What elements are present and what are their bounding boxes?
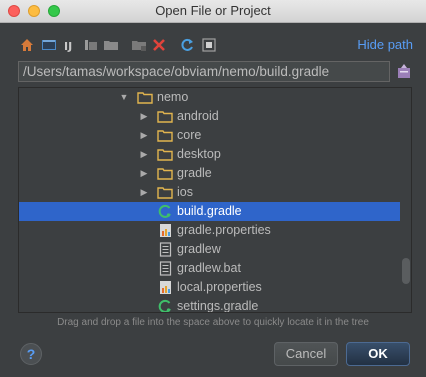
- path-history-icon[interactable]: [396, 62, 412, 80]
- show-hidden-icon[interactable]: [200, 36, 218, 54]
- new-folder-alt-icon[interactable]: [130, 36, 148, 54]
- tree-scrollbar[interactable]: [402, 258, 410, 284]
- hide-path-link[interactable]: Hide path: [357, 37, 413, 52]
- tree-item-label: settings.gradle: [177, 299, 259, 313]
- tree-item-nemo[interactable]: ▼ nemo: [19, 88, 400, 107]
- refresh-icon[interactable]: [178, 36, 196, 54]
- module-icon[interactable]: [82, 36, 100, 54]
- tree-item-label: local.properties: [177, 280, 262, 294]
- ok-button[interactable]: OK: [346, 342, 410, 366]
- svg-text:IJ: IJ: [64, 40, 72, 53]
- drag-drop-hint: Drag and drop a file into the space abov…: [57, 317, 369, 328]
- home-icon[interactable]: [18, 36, 36, 54]
- project-icon[interactable]: IJ: [62, 36, 80, 54]
- properties-file-icon: [159, 280, 175, 295]
- collapsed-arrow-icon[interactable]: ▶: [139, 126, 149, 145]
- delete-icon[interactable]: [150, 36, 168, 54]
- tree-item-label: nemo: [157, 90, 189, 104]
- title-bar: Open File or Project: [0, 0, 426, 23]
- collapsed-arrow-icon[interactable]: ▶: [139, 107, 149, 126]
- collapsed-arrow-icon[interactable]: ▶: [139, 145, 149, 164]
- tree-item-settings-gradle[interactable]: settings.gradle: [19, 297, 400, 313]
- text-file-icon: [159, 242, 175, 257]
- folder-icon: [157, 185, 173, 200]
- tree-item-label: desktop: [177, 147, 221, 161]
- tree-item-gradle[interactable]: ▶ gradle: [19, 164, 400, 183]
- tree-item-ios[interactable]: ▶ ios: [19, 183, 400, 202]
- help-button[interactable]: ?: [20, 343, 42, 365]
- expanded-arrow-icon[interactable]: ▼: [119, 88, 129, 107]
- tree-item-label: ios: [177, 185, 193, 199]
- tree-item-label: core: [177, 128, 202, 142]
- tree-item-build-gradle[interactable]: build.gradle: [19, 202, 400, 221]
- tree-item-core[interactable]: ▶ core: [19, 126, 400, 145]
- folder-icon: [157, 128, 173, 143]
- gradle-icon: [157, 204, 173, 219]
- tree-item-gradle-properties[interactable]: gradle.properties: [19, 221, 400, 240]
- collapsed-arrow-icon[interactable]: ▶: [139, 183, 149, 202]
- cancel-button[interactable]: Cancel: [274, 342, 338, 366]
- tree-item-desktop[interactable]: ▶ desktop: [19, 145, 400, 164]
- gradle-icon: [157, 299, 173, 312]
- tree-item-label: build.gradle: [177, 204, 242, 218]
- text-file-icon: [159, 261, 175, 276]
- tree-item-label: android: [177, 109, 219, 123]
- path-field[interactable]: /Users/tamas/workspace/obviam/nemo/build…: [18, 61, 390, 82]
- folder-icon: [137, 90, 153, 105]
- tree-item-label: gradlew.bat: [177, 261, 241, 275]
- folder-icon: [157, 166, 173, 181]
- tree-item-label: gradle: [177, 166, 212, 180]
- tree-item-gradlew-bat[interactable]: gradlew.bat: [19, 259, 400, 278]
- file-tree[interactable]: ▼ nemo ▶ android ▶ core ▶ desktop ▶ grad…: [18, 87, 412, 313]
- tree-item-android[interactable]: ▶ android: [19, 107, 400, 126]
- window-title: Open File or Project: [155, 3, 271, 18]
- tree-item-local-properties[interactable]: local.properties: [19, 278, 400, 297]
- folder-icon: [157, 109, 173, 124]
- desktop-icon[interactable]: [40, 36, 58, 54]
- properties-file-icon: [159, 223, 175, 238]
- tree-item-label: gradlew: [177, 242, 221, 256]
- toolbar: IJ: [18, 36, 248, 56]
- open-file-dialog: Open File or Project IJ Hide path /Users…: [0, 0, 426, 377]
- tree-item-label: gradle.properties: [177, 223, 271, 237]
- collapsed-arrow-icon[interactable]: ▶: [139, 164, 149, 183]
- new-folder-icon[interactable]: [102, 36, 120, 54]
- folder-icon: [157, 147, 173, 162]
- tree-item-gradlew[interactable]: gradlew: [19, 240, 400, 259]
